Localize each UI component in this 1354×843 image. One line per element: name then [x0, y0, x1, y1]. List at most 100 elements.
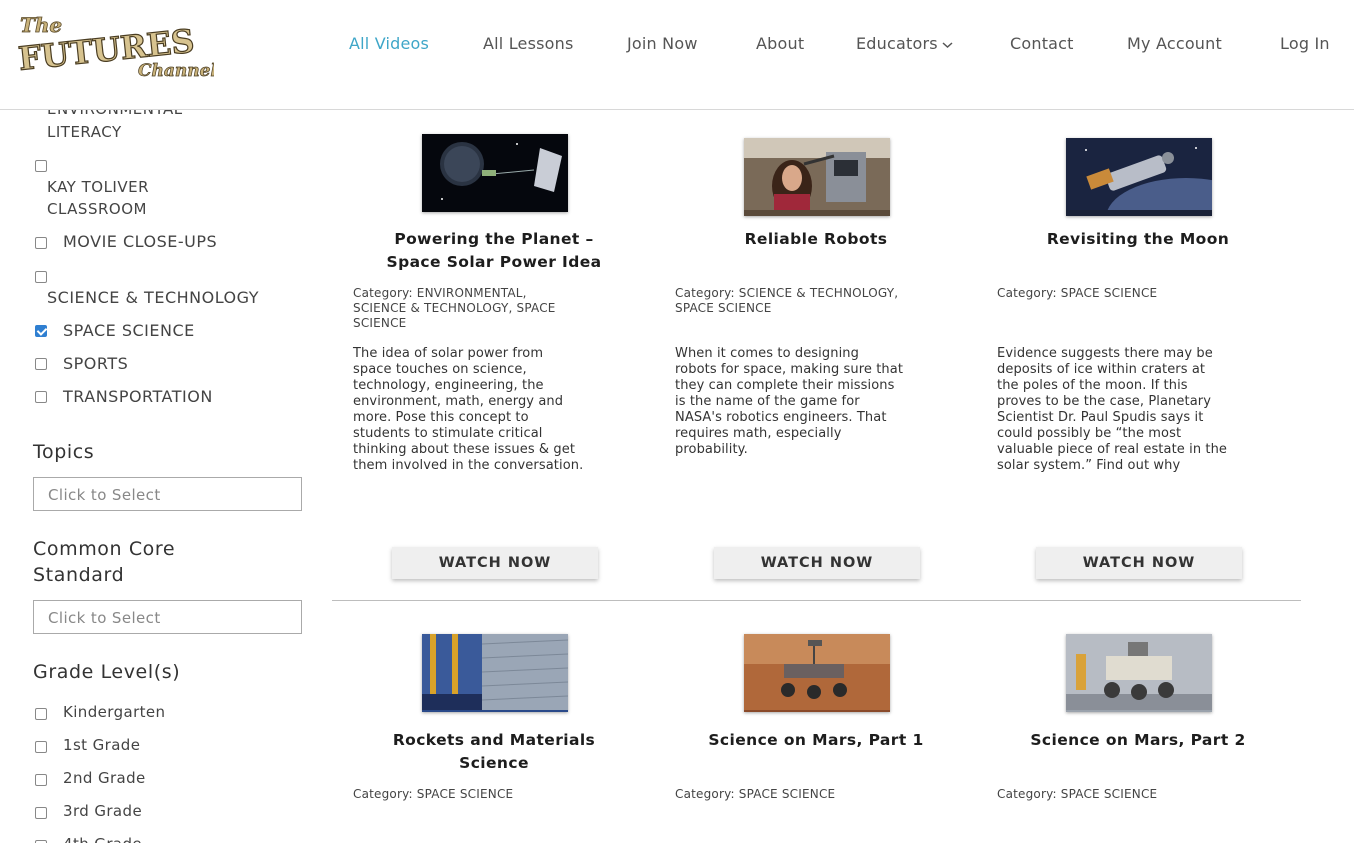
category-kay-toliver-line1[interactable]: KAY TOLIVER [47, 176, 149, 198]
chevron-down-icon [942, 42, 953, 49]
desc-line: environment, math, energy and [353, 394, 564, 409]
category-environmental-line2[interactable]: LITERACY [47, 121, 122, 143]
desc-line: probability. [675, 442, 748, 457]
desc-line: robots for space, making sure that [675, 362, 904, 377]
topics-select[interactable]: Click to Select [33, 477, 302, 511]
video-category-powering-planet-line3: SCIENCE [353, 316, 407, 330]
video-thumbnail-revisiting-moon[interactable] [1066, 138, 1212, 216]
video-title-powering-planet-line2[interactable]: Space Solar Power Idea [345, 251, 643, 274]
video-thumbnail-reliable-robots[interactable] [744, 138, 890, 216]
filter-sidebar: ENVIRONMENTAL LITERACY KAY TOLIVER CLASS… [0, 110, 320, 843]
grade-2nd[interactable]: 2nd Grade [63, 769, 146, 787]
watch-now-button-powering-planet[interactable]: WATCH NOW [392, 547, 598, 579]
desc-line: technology, engineering, the [353, 378, 544, 393]
category-environmental-line1[interactable]: ENVIRONMENTAL [47, 110, 183, 120]
moon-spacecraft-image [1066, 138, 1212, 216]
checkbox-3rd-grade[interactable] [35, 807, 47, 819]
category-movie-close-ups[interactable]: MOVIE CLOSE-UPS [63, 232, 217, 251]
grade-level-heading: Grade Level(s) [33, 661, 181, 683]
nav-contact[interactable]: Contact [1010, 34, 1074, 53]
video-title-mars-part-2[interactable]: Science on Mars, Part 2 [989, 729, 1287, 752]
checkbox-movie-close-ups[interactable] [35, 237, 47, 249]
category-sports[interactable]: SPORTS [63, 354, 128, 373]
video-thumbnail-rockets-materials[interactable] [422, 634, 568, 712]
desc-line: could possibly be “the most [997, 426, 1182, 441]
checkbox-2nd-grade[interactable] [35, 774, 47, 786]
desc-line: they can complete their missions [675, 378, 895, 393]
common-core-heading-line1: Common Core [33, 538, 176, 560]
nav-all-videos[interactable]: All Videos [349, 34, 429, 53]
common-core-heading-line2: Standard [33, 564, 125, 586]
desc-line: the poles of the moon. If this [997, 378, 1188, 393]
nav-log-in[interactable]: Log In [1280, 34, 1330, 53]
nav-educators-label: Educators [856, 34, 938, 53]
grade-4th[interactable]: 4th Grade [63, 835, 142, 843]
video-title-rockets-materials-line1[interactable]: Rockets and Materials [345, 729, 643, 752]
logo-text-channel: Channel [138, 61, 214, 80]
robot-engineer-image [744, 138, 890, 212]
video-category-rockets-materials: Category: SPACE SCIENCE [353, 787, 514, 801]
grade-kindergarten[interactable]: Kindergarten [63, 703, 165, 721]
video-thumbnail-powering-planet[interactable] [422, 134, 568, 212]
desc-line: The idea of solar power from [353, 346, 544, 361]
desc-line: thinking about these issues & get [353, 442, 576, 457]
row-divider [332, 600, 1301, 601]
video-category-reliable-robots-line2: SPACE SCIENCE [675, 301, 772, 315]
video-thumbnail-mars-part-1[interactable] [744, 634, 890, 712]
checkbox-kindergarten[interactable] [35, 708, 47, 720]
desc-line: space touches on science, [353, 362, 527, 377]
checkbox-sports[interactable] [35, 358, 47, 370]
space-solar-image [422, 134, 568, 212]
checkbox-space-science[interactable] [35, 325, 47, 337]
desc-line: requires math, especially [675, 426, 842, 441]
grade-1st[interactable]: 1st Grade [63, 736, 140, 754]
video-title-mars-part-1[interactable]: Science on Mars, Part 1 [667, 729, 965, 752]
rocket-facility-image [422, 634, 568, 710]
desc-line: When it comes to designing [675, 346, 859, 361]
video-title-rockets-materials-line2[interactable]: Science [345, 752, 643, 775]
topics-select-placeholder: Click to Select [48, 486, 161, 504]
site-header: The FUTURES Channel All Videos All Lesso… [0, 0, 1354, 110]
common-core-select[interactable]: Click to Select [33, 600, 302, 634]
desc-line: solar system.” Find out why [997, 458, 1181, 473]
rover-lab-image [1066, 634, 1212, 710]
desc-line: NASA's robotics engineers. That [675, 410, 887, 425]
video-category-mars-part-1: Category: SPACE SCIENCE [675, 787, 836, 801]
desc-line: proves to be the case, Planetary [997, 394, 1211, 409]
nav-my-account[interactable]: My Account [1127, 34, 1222, 53]
category-science-technology[interactable]: SCIENCE & TECHNOLOGY [47, 287, 259, 309]
watch-now-button-revisiting-moon[interactable]: WATCH NOW [1036, 547, 1242, 579]
desc-line: is the name of the game for [675, 394, 860, 409]
grade-3rd[interactable]: 3rd Grade [63, 802, 142, 820]
desc-line: them involved in the conversation. [353, 458, 584, 473]
video-category-revisiting-moon: Category: SPACE SCIENCE [997, 286, 1158, 300]
checkbox-kay-toliver[interactable] [35, 160, 47, 172]
video-desc-powering-planet: The idea of solar power from space touch… [353, 346, 583, 474]
video-desc-reliable-robots: When it comes to designing robots for sp… [675, 346, 903, 458]
video-title-revisiting-moon[interactable]: Revisiting the Moon [989, 228, 1287, 251]
desc-line: Scientist Dr. Paul Spudis says it [997, 410, 1204, 425]
topics-heading: Topics [33, 441, 95, 463]
desc-line: students to stimulate critical [353, 426, 543, 441]
nav-all-lessons[interactable]: All Lessons [483, 34, 574, 53]
checkbox-science-technology[interactable] [35, 271, 47, 283]
category-kay-toliver-line2[interactable]: CLASSROOM [47, 198, 147, 220]
video-title-reliable-robots[interactable]: Reliable Robots [667, 228, 965, 251]
category-transportation[interactable]: TRANSPORTATION [63, 387, 213, 406]
video-category-reliable-robots-line1: Category: SCIENCE & TECHNOLOGY, [675, 286, 899, 300]
desc-line: more. Pose this concept to [353, 410, 529, 425]
video-category-mars-part-2: Category: SPACE SCIENCE [997, 787, 1158, 801]
nav-about[interactable]: About [756, 34, 804, 53]
nav-educators[interactable]: Educators [856, 34, 953, 53]
mars-rover-image [744, 634, 890, 710]
checkbox-1st-grade[interactable] [35, 741, 47, 753]
desc-line: deposits of ice within craters at [997, 362, 1206, 377]
category-space-science[interactable]: SPACE SCIENCE [63, 321, 195, 340]
video-thumbnail-mars-part-2[interactable] [1066, 634, 1212, 712]
nav-join-now[interactable]: Join Now [627, 34, 698, 53]
checkbox-transportation[interactable] [35, 391, 47, 403]
main-nav: All Videos All Lessons Join Now About Ed… [0, 34, 1354, 56]
common-core-select-placeholder: Click to Select [48, 609, 161, 627]
watch-now-button-reliable-robots[interactable]: WATCH NOW [714, 547, 920, 579]
video-title-powering-planet-line1[interactable]: Powering the Planet – [345, 228, 643, 251]
